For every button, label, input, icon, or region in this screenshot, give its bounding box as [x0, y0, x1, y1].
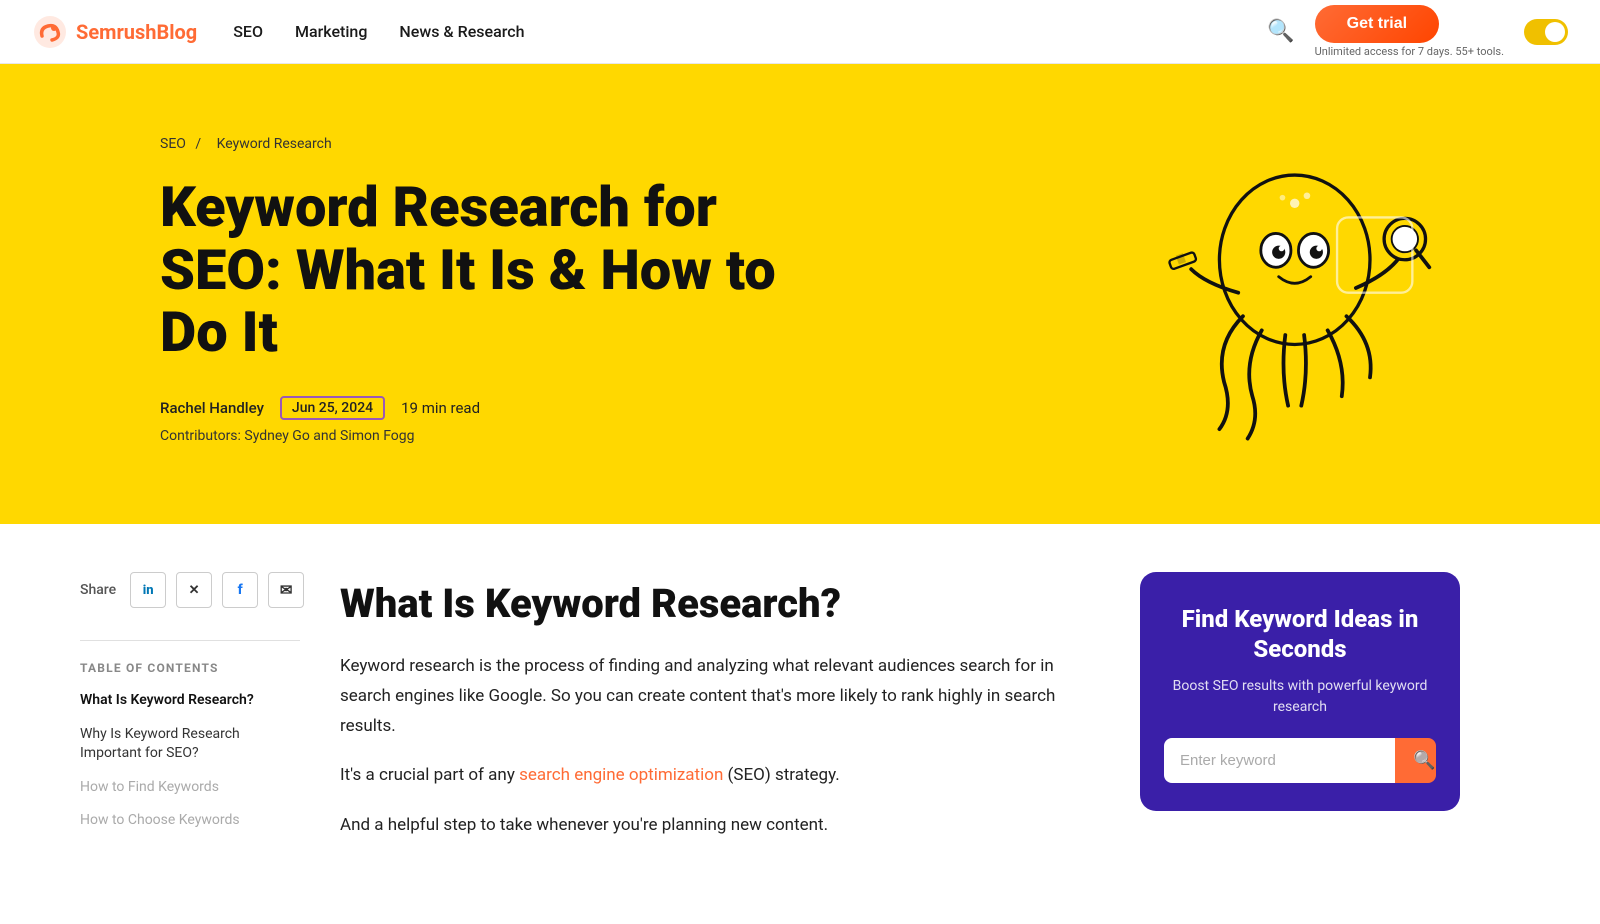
widget-title: Find Keyword Ideas in Seconds: [1164, 604, 1436, 664]
hero-meta: Rachel Handley Jun 25, 2024 19 min read: [160, 396, 840, 420]
share-label: Share: [80, 582, 116, 598]
widget-search-icon: 🔍: [1413, 750, 1435, 771]
breadcrumb: SEO / Keyword Research: [160, 136, 840, 152]
right-widget: Find Keyword Ideas in Seconds Boost SEO …: [1140, 572, 1460, 892]
nav-link-marketing[interactable]: Marketing: [295, 22, 367, 41]
linkedin-share-icon[interactable]: in: [130, 572, 166, 608]
share-icons: in ✕ f ✉: [130, 572, 304, 608]
get-trial-button[interactable]: Get trial: [1315, 5, 1439, 43]
email-share-icon[interactable]: ✉: [268, 572, 304, 608]
facebook-share-icon[interactable]: f: [222, 572, 258, 608]
toc-item-2[interactable]: How to Find Keywords: [80, 778, 300, 798]
breadcrumb-keyword-research: Keyword Research: [217, 136, 332, 152]
get-trial-area: Get trial Unlimited access for 7 days. 5…: [1315, 5, 1504, 58]
content-area: Share in ✕ f ✉ TABLE OF CONTENTS What Is…: [0, 524, 1600, 924]
toc-item-3[interactable]: How to Choose Keywords: [80, 811, 300, 831]
toc-item-1[interactable]: Why Is Keyword Research Important for SE…: [80, 725, 300, 764]
contributors: Contributors: Sydney Go and Simon Fogg: [160, 428, 840, 444]
trial-subtitle: Unlimited access for 7 days. 55+ tools.: [1315, 45, 1504, 58]
widget-input-row: 🔍: [1164, 738, 1436, 783]
search-icon[interactable]: 🔍: [1267, 19, 1294, 44]
sidebar: Share in ✕ f ✉ TABLE OF CONTENTS What Is…: [80, 572, 300, 892]
body-para-2: It's a crucial part of any search engine…: [340, 761, 1100, 791]
keyword-ideas-widget: Find Keyword Ideas in Seconds Boost SEO …: [1140, 572, 1460, 811]
semrush-logo-icon: [32, 14, 68, 50]
widget-search-button[interactable]: 🔍: [1395, 738, 1436, 783]
keyword-input[interactable]: [1164, 738, 1395, 783]
para2-prefix: It's a crucial part of any: [340, 765, 519, 785]
author-name: Rachel Handley: [160, 399, 264, 417]
hero-section: SEO / Keyword Research Keyword Research …: [0, 64, 1600, 524]
body-para-3: And a helpful step to take whenever you'…: [340, 811, 1100, 841]
nav-left: SemrushBlog SEO Marketing News & Researc…: [32, 14, 524, 50]
read-time: 19 min read: [401, 399, 480, 417]
body-para-1: Keyword research is the process of findi…: [340, 652, 1100, 741]
octopus-illustration: [1140, 128, 1440, 448]
nav-link-seo[interactable]: SEO: [233, 22, 263, 41]
logo[interactable]: SemrushBlog: [32, 14, 197, 50]
toc-title: TABLE OF CONTENTS: [80, 640, 300, 675]
hero-illustration: [1140, 128, 1440, 452]
widget-subtitle: Boost SEO results with powerful keyword …: [1164, 676, 1436, 718]
theme-toggle[interactable]: [1524, 19, 1568, 45]
publish-date: Jun 25, 2024: [280, 396, 385, 420]
nav-link-news[interactable]: News & Research: [399, 22, 524, 41]
article-title: Keyword Research for SEO: What It Is & H…: [160, 176, 840, 364]
seo-link[interactable]: search engine optimization: [519, 765, 723, 785]
hero-left: SEO / Keyword Research Keyword Research …: [160, 136, 840, 444]
main-content: What Is Keyword Research? Keyword resear…: [340, 572, 1100, 892]
toggle-wrap: [1524, 19, 1568, 45]
para2-suffix: (SEO) strategy.: [723, 765, 839, 785]
x-twitter-share-icon[interactable]: ✕: [176, 572, 212, 608]
nav-links: SEO Marketing News & Research: [233, 22, 524, 41]
share-row: Share in ✕ f ✉: [80, 572, 300, 608]
breadcrumb-seo[interactable]: SEO: [160, 136, 186, 152]
logo-text: SemrushBlog: [76, 20, 197, 44]
breadcrumb-separator: /: [195, 136, 204, 152]
toc-item-0[interactable]: What Is Keyword Research?: [80, 691, 300, 711]
section-heading: What Is Keyword Research?: [340, 580, 1100, 628]
nav-right: 🔍 Get trial Unlimited access for 7 days.…: [1267, 5, 1568, 58]
navbar: SemrushBlog SEO Marketing News & Researc…: [0, 0, 1600, 64]
